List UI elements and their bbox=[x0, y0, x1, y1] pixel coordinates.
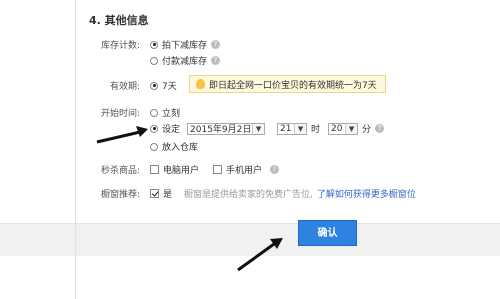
arrow-head-confirm bbox=[270, 238, 283, 249]
arrow-line-confirm bbox=[237, 242, 275, 272]
arrow-line-set bbox=[96, 130, 141, 144]
annotation-arrows bbox=[96, 126, 283, 272]
